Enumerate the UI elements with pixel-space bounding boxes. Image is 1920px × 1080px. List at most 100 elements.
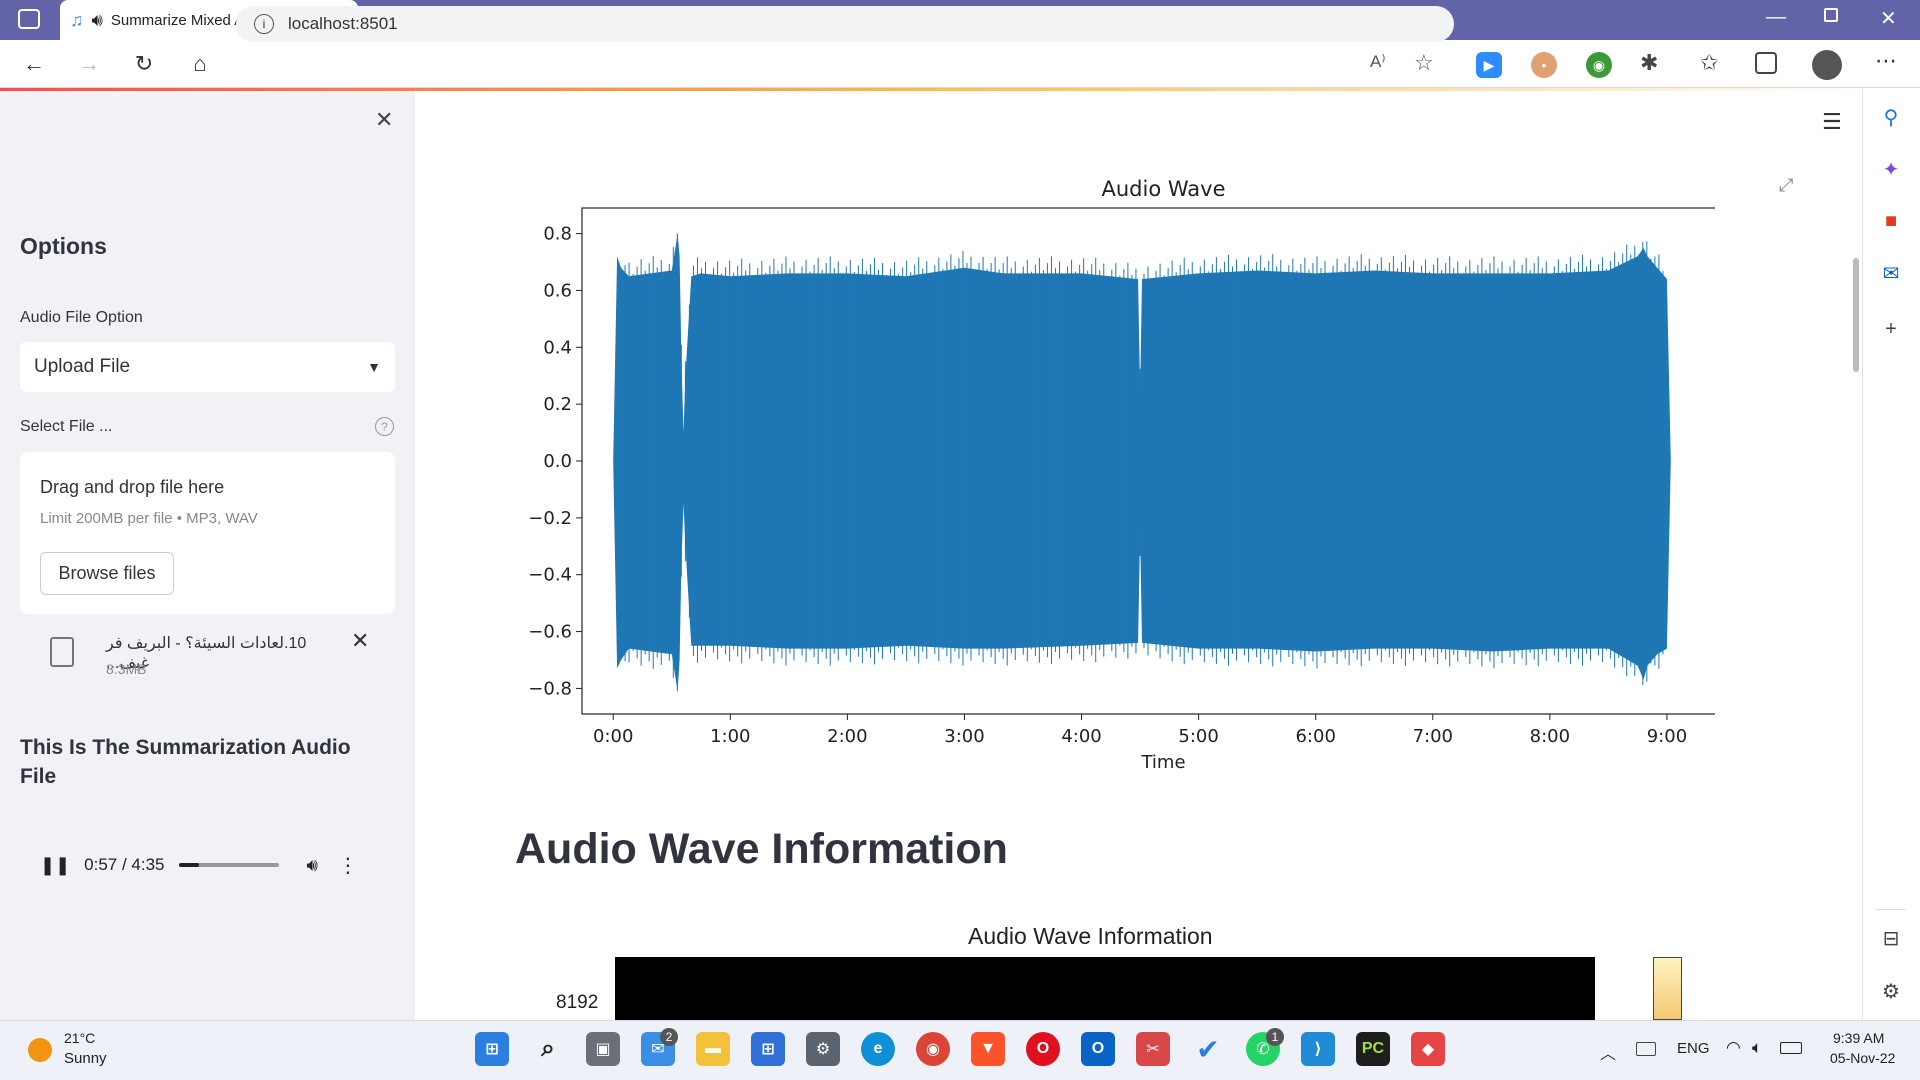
pause-icon[interactable]: ❚❚ bbox=[40, 855, 70, 876]
spectrogram-colorbar bbox=[1653, 957, 1682, 1020]
chart-title: Audio Wave bbox=[1101, 177, 1225, 201]
close-sidebar-icon[interactable]: ✕ bbox=[375, 107, 393, 133]
weather-desc[interactable]: Sunny bbox=[64, 1050, 107, 1067]
clock-time[interactable]: 9:39 AM bbox=[1833, 1030, 1884, 1046]
clock-date[interactable]: 05-Nov-22 bbox=[1830, 1050, 1895, 1066]
file-uploader-dropzone[interactable]: Drag and drop file here Limit 200MB per … bbox=[20, 452, 395, 614]
collections-icon[interactable] bbox=[1755, 52, 1777, 74]
keyboard-icon[interactable] bbox=[1636, 1042, 1656, 1056]
sidebar-heading: Options bbox=[20, 233, 107, 259]
x-tick-label: 1:00 bbox=[710, 726, 750, 747]
outlook-app-icon[interactable]: O bbox=[1081, 1032, 1115, 1066]
store-icon[interactable]: ⊞ bbox=[751, 1032, 785, 1066]
back-icon[interactable]: ← bbox=[20, 50, 48, 78]
y-tick-label: −0.2 bbox=[528, 508, 572, 529]
upload-limit-text: Limit 200MB per file • MP3, WAV bbox=[40, 510, 258, 527]
audio-option-value: Upload File bbox=[34, 356, 131, 377]
taskbar-search-icon[interactable]: ⌕ bbox=[531, 1032, 565, 1066]
zoom-extension-icon[interactable]: ▶ bbox=[1476, 52, 1502, 78]
vscode-icon[interactable]: ⟩ bbox=[1301, 1032, 1335, 1066]
add-rail-icon[interactable]: + bbox=[1878, 316, 1904, 342]
todo-icon[interactable]: ✔ bbox=[1191, 1032, 1225, 1066]
windows-taskbar bbox=[0, 1020, 1920, 1080]
x-tick-label: 8:00 bbox=[1530, 726, 1570, 747]
y-tick-label: 0.8 bbox=[543, 224, 572, 245]
waveform-series bbox=[613, 233, 1671, 692]
whatsapp-badge: 1 bbox=[1266, 1028, 1284, 1046]
copilot-icon[interactable]: ✦ bbox=[1878, 156, 1904, 182]
wifi-icon[interactable]: ◠ bbox=[1726, 1038, 1741, 1058]
extension-avatar-icon[interactable]: • bbox=[1531, 52, 1557, 78]
seek-progress bbox=[178, 863, 200, 867]
globe-extension-icon[interactable]: ◉ bbox=[1586, 52, 1612, 78]
home-icon[interactable]: ⌂ bbox=[186, 50, 214, 78]
sidebar-toggle-icon[interactable]: ⊟ bbox=[1878, 925, 1904, 951]
y-tick-label: 0.0 bbox=[543, 451, 572, 472]
extensions-icon[interactable]: ✱ bbox=[1640, 50, 1658, 76]
x-axis-label: Time bbox=[1140, 752, 1185, 773]
language-indicator[interactable]: ENG bbox=[1677, 1040, 1710, 1057]
file-explorer-icon[interactable]: ▬ bbox=[696, 1032, 730, 1066]
task-view-icon[interactable]: ▣ bbox=[586, 1032, 620, 1066]
seek-slider[interactable] bbox=[178, 863, 279, 867]
chrome-icon[interactable]: ◉ bbox=[916, 1032, 950, 1066]
player-menu-icon[interactable]: ⋮ bbox=[338, 853, 358, 878]
snipping-tool-icon[interactable]: ✂ bbox=[1136, 1032, 1170, 1066]
brave-icon[interactable]: ▼ bbox=[971, 1032, 1005, 1066]
forward-icon[interactable]: → bbox=[75, 50, 103, 78]
y-tick-label: 0.4 bbox=[543, 337, 572, 358]
profile-avatar[interactable] bbox=[1812, 50, 1842, 80]
x-tick-label: 2:00 bbox=[827, 726, 867, 747]
page-scrollbar[interactable] bbox=[1853, 258, 1859, 372]
remove-file-icon[interactable]: ✕ bbox=[351, 628, 369, 654]
help-icon[interactable]: ? bbox=[375, 417, 394, 436]
pycharm-icon[interactable]: PC bbox=[1356, 1032, 1390, 1066]
fullscreen-icon[interactable]: ⤢ bbox=[1779, 175, 1793, 196]
more-options-icon[interactable]: ⋯ bbox=[1875, 48, 1897, 74]
tray-chevron-icon[interactable]: ︿ bbox=[1600, 1040, 1616, 1064]
audio-wave-chart: Audio Wave 0.8 0.6 0.4 0.2 0.0 −0.2 −0.4 −0.6 −0.… bbox=[528, 177, 1715, 773]
volume-tray-icon[interactable]: 🔈︎ bbox=[1752, 1038, 1762, 1058]
favorite-add-icon[interactable]: ☆ bbox=[1414, 50, 1434, 76]
settings-app-icon[interactable]: ⚙ bbox=[806, 1032, 840, 1066]
mail-badge: 2 bbox=[660, 1028, 678, 1046]
browse-files-button[interactable]: Browse files bbox=[40, 552, 174, 595]
sun-icon[interactable] bbox=[28, 1038, 52, 1062]
minimize-icon[interactable]: — bbox=[1766, 6, 1786, 29]
opera-icon[interactable]: O bbox=[1026, 1032, 1060, 1066]
rail-divider bbox=[1876, 909, 1906, 910]
audio-player[interactable]: ❚❚ 0:57 / 4:35 🔊︎ ⋮ bbox=[20, 835, 395, 895]
battery-icon[interactable] bbox=[1780, 1042, 1802, 1054]
settings-gear-icon[interactable]: ⚙ bbox=[1878, 978, 1904, 1004]
speaker-icon[interactable]: 🔊︎ bbox=[92, 10, 103, 31]
info-icon[interactable]: i bbox=[254, 14, 274, 34]
close-window-icon[interactable]: ✕ bbox=[1880, 6, 1897, 31]
x-tick-label: 5:00 bbox=[1178, 726, 1218, 747]
x-tick-label: 4:00 bbox=[1061, 726, 1101, 747]
spectrogram-ytick: 8192 bbox=[556, 992, 599, 1013]
x-tick-label: 9:00 bbox=[1647, 726, 1687, 747]
url-text: localhost:8501 bbox=[288, 14, 398, 33]
office-icon[interactable]: ■ bbox=[1878, 208, 1904, 234]
audio-option-select[interactable]: Upload File ▼ bbox=[20, 342, 395, 392]
x-tick-label: 6:00 bbox=[1295, 726, 1335, 747]
edge-icon[interactable]: e bbox=[861, 1032, 895, 1066]
address-bar-row bbox=[0, 40, 1920, 88]
restore-icon[interactable] bbox=[1824, 8, 1838, 22]
uploaded-file-size: 8.3MB bbox=[106, 661, 147, 677]
volume-icon[interactable]: 🔊︎ bbox=[307, 855, 318, 876]
chevron-down-icon: ▼ bbox=[367, 359, 381, 375]
x-tick-label: 7:00 bbox=[1413, 726, 1453, 747]
hamburger-menu-icon[interactable]: ☰ bbox=[1822, 109, 1842, 135]
x-tick-label: 0:00 bbox=[593, 726, 633, 747]
read-aloud-icon[interactable]: A⁾ bbox=[1370, 52, 1386, 72]
favorites-icon[interactable]: ✩ bbox=[1700, 50, 1718, 76]
search-icon[interactable]: ⚲ bbox=[1878, 104, 1904, 130]
git-icon[interactable]: ◆ bbox=[1411, 1032, 1445, 1066]
refresh-icon[interactable]: ↻ bbox=[130, 50, 158, 78]
url-field[interactable]: i localhost:8501 bbox=[236, 6, 1454, 42]
weather-temp[interactable]: 21°C bbox=[64, 1030, 95, 1046]
start-icon[interactable]: ⊞ bbox=[475, 1032, 509, 1066]
outlook-icon[interactable]: ✉ bbox=[1878, 260, 1904, 286]
tab-actions-icon[interactable] bbox=[18, 9, 40, 29]
